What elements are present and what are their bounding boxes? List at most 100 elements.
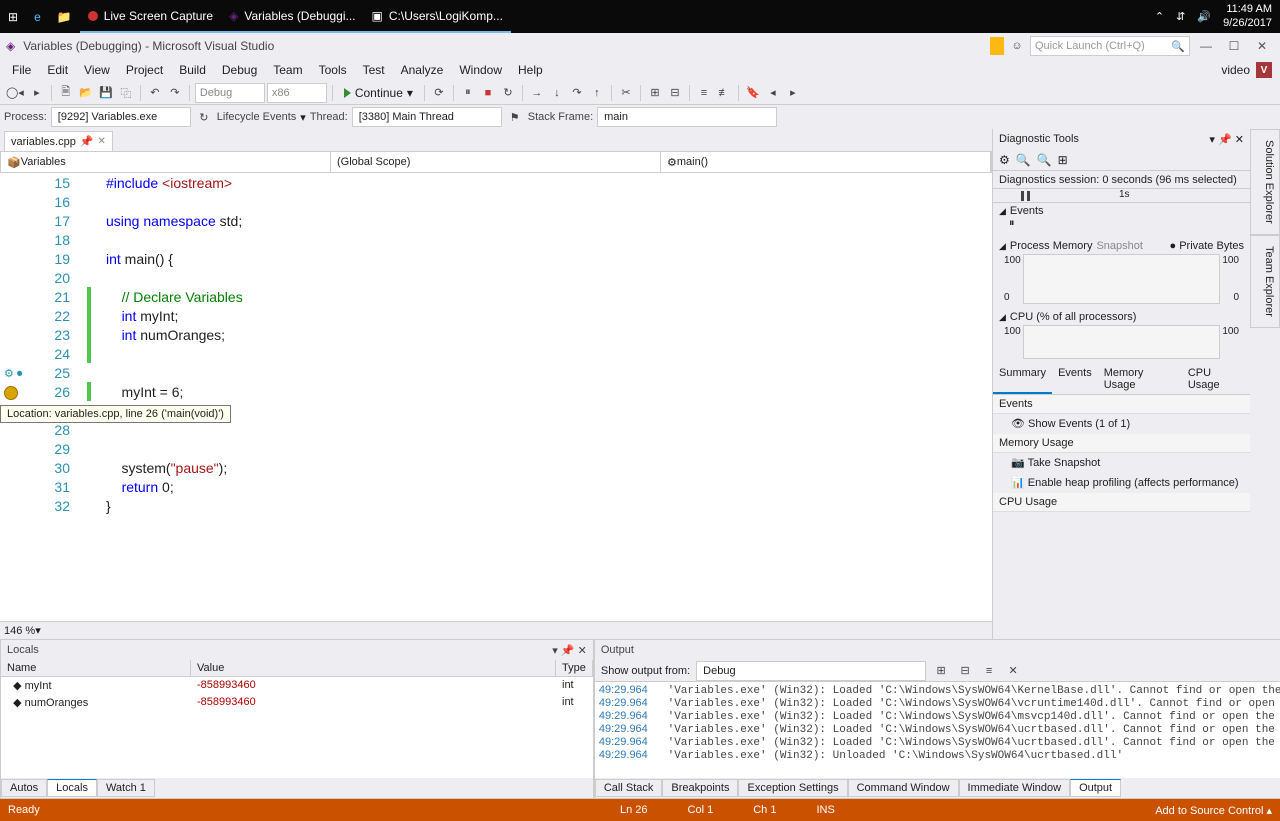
thread-filter-icon[interactable]: ⚑ (506, 107, 524, 127)
code-editor[interactable]: 15#include <iostream>1617using namespace… (0, 173, 992, 621)
locals-row[interactable]: ◆ myInt-858993460int (1, 677, 593, 694)
close-button[interactable]: ✕ (1250, 37, 1274, 55)
zoom-out-icon[interactable]: 🔍 (1037, 153, 1052, 167)
col-value[interactable]: Value (191, 660, 556, 676)
menu-view[interactable]: View (76, 63, 118, 77)
tab-watch1[interactable]: Watch 1 (97, 779, 155, 797)
nav-fwd-icon[interactable]: ▸ (28, 83, 46, 103)
reset-zoom-icon[interactable]: ⊞ (1058, 153, 1068, 167)
take-snapshot-link[interactable]: 📷 Take Snapshot (993, 453, 1250, 473)
menu-analyze[interactable]: Analyze (393, 63, 452, 77)
breakpoint-icon[interactable] (4, 386, 18, 400)
tab-breakpoints[interactable]: Breakpoints (662, 779, 738, 797)
diag-tab-memory[interactable]: Memory Usage (1098, 364, 1182, 394)
uncomment-icon[interactable]: ≢ (715, 83, 733, 103)
output-clear-icon[interactable]: ✕ (1004, 661, 1022, 681)
source-control-button[interactable]: Add to Source Control ▴ (1155, 804, 1272, 817)
tab-immediate[interactable]: Immediate Window (959, 779, 1071, 797)
tab-exception[interactable]: Exception Settings (738, 779, 847, 797)
panel-dropdown-icon[interactable]: ▾ (552, 645, 558, 657)
gear-icon[interactable]: ⚙ (999, 153, 1010, 167)
lifecycle-icon[interactable]: ↻ (195, 107, 213, 127)
menu-edit[interactable]: Edit (39, 63, 76, 77)
zoom-control[interactable]: 146 % ▾ (0, 621, 992, 639)
minimize-button[interactable]: — (1194, 37, 1218, 55)
tab-callstack[interactable]: Call Stack (595, 779, 663, 797)
save-icon[interactable]: 💾 (97, 83, 115, 103)
step-over-icon[interactable]: ↷ (568, 83, 586, 103)
output-tb-icon2[interactable]: ⊟ (956, 661, 974, 681)
output-source-select[interactable]: Debug (696, 661, 926, 681)
save-all-icon[interactable]: ⿻ (117, 83, 135, 103)
taskbar-app-0[interactable]: Live Screen Capture (80, 0, 221, 33)
notification-flag-icon[interactable] (990, 37, 1004, 55)
tab-command[interactable]: Command Window (848, 779, 959, 797)
team-explorer-tab[interactable]: Team Explorer (1250, 235, 1280, 328)
feedback-icon[interactable]: ☺ (1008, 36, 1026, 56)
nav-func-select[interactable]: ⚙ main() (661, 152, 991, 172)
step-into-icon[interactable]: ↓ (548, 83, 566, 103)
explorer-icon[interactable]: 📁 (49, 0, 80, 33)
tab-output[interactable]: Output (1070, 779, 1121, 797)
comment-icon[interactable]: ≡ (695, 83, 713, 103)
close-tab-icon[interactable]: ✕ (98, 136, 106, 147)
col-name[interactable]: Name (1, 660, 191, 676)
zoom-in-icon[interactable]: 🔍 (1016, 153, 1031, 167)
tab-locals[interactable]: Locals (47, 779, 97, 797)
tray-volume-icon[interactable]: 🔊 (1197, 10, 1211, 23)
output-tb-icon[interactable]: ⊞ (932, 661, 950, 681)
undo-icon[interactable]: ↶ (146, 83, 164, 103)
quick-launch-input[interactable]: Quick Launch (Ctrl+Q) 🔍 (1030, 36, 1190, 56)
file-tab[interactable]: variables.cpp 📌 ✕ (4, 131, 113, 151)
system-clock[interactable]: 11:49 AM9/26/2017 (1223, 3, 1272, 29)
tool2-icon[interactable]: ⊞ (646, 83, 664, 103)
thread-select[interactable]: [3380] Main Thread (352, 107, 502, 127)
tray-chevron-icon[interactable]: ⌃ (1155, 10, 1164, 23)
solution-explorer-tab[interactable]: Solution Explorer (1250, 129, 1280, 235)
nav-class-select[interactable]: 📦 Variables (1, 152, 331, 172)
diag-tab-events[interactable]: Events (1052, 364, 1098, 394)
enable-heap-link[interactable]: 📊 Enable heap profiling (affects perform… (993, 473, 1250, 493)
menu-test[interactable]: Test (355, 63, 393, 77)
output-tb-icon3[interactable]: ≡ (980, 661, 998, 681)
cpu-section[interactable]: CPU (% of all processors) (1010, 311, 1137, 323)
open-file-icon[interactable]: 📂 (77, 83, 95, 103)
new-project-icon[interactable]: 🗎 (57, 83, 75, 103)
menu-project[interactable]: Project (118, 63, 171, 77)
bookmark-prev-icon[interactable]: ◂ (764, 83, 782, 103)
diag-pin-icon[interactable]: 📌 (1218, 134, 1232, 146)
output-text[interactable]: 49:29.964 'Variables.exe' (Win32): Loade… (595, 682, 1280, 778)
next-statement-icon[interactable]: → (528, 83, 546, 103)
events-section[interactable]: Events (1010, 205, 1044, 217)
menu-window[interactable]: Window (451, 63, 510, 77)
video-badge[interactable]: V (1256, 62, 1272, 78)
restart-icon[interactable]: ↻ (499, 83, 517, 103)
tool3-icon[interactable]: ⊟ (666, 83, 684, 103)
panel-close-icon[interactable]: ✕ (578, 645, 587, 657)
col-type[interactable]: Type (556, 660, 593, 676)
menu-help[interactable]: Help (510, 63, 551, 77)
breakpoint-settings-icon[interactable]: ⚙ ⏺ (4, 367, 22, 381)
process-select[interactable]: [9292] Variables.exe (51, 107, 191, 127)
platform-select[interactable]: x86 (267, 83, 327, 103)
stop-icon[interactable]: ■ (479, 83, 497, 103)
menu-file[interactable]: File (4, 63, 39, 77)
config-select[interactable]: Debug (195, 83, 265, 103)
menu-debug[interactable]: Debug (214, 63, 265, 77)
nav-back-icon[interactable]: ◯◂ (4, 83, 26, 103)
nav-scope-select[interactable]: (Global Scope) (331, 152, 661, 172)
diag-close-icon[interactable]: ✕ (1235, 134, 1244, 146)
taskbar-app-1[interactable]: ◈Variables (Debuggi... (221, 0, 363, 33)
continue-button[interactable]: Continue ▾ (338, 86, 419, 100)
edge-icon[interactable]: e (26, 0, 49, 33)
memory-section[interactable]: Process Memory (1010, 240, 1093, 252)
tray-network-icon[interactable]: ⇵ (1176, 10, 1185, 23)
diag-tab-cpu[interactable]: CPU Usage (1182, 364, 1250, 394)
menu-tools[interactable]: Tools (311, 63, 355, 77)
menu-team[interactable]: Team (265, 63, 310, 77)
locals-row[interactable]: ◆ numOranges-858993460int (1, 694, 593, 711)
browser-link-icon[interactable]: ⟳ (430, 83, 448, 103)
pin-icon[interactable]: 📌 (80, 135, 94, 148)
pause-icon[interactable]: ⏸ (459, 83, 477, 103)
show-events-link[interactable]: 👁 Show Events (1 of 1) (993, 414, 1250, 434)
